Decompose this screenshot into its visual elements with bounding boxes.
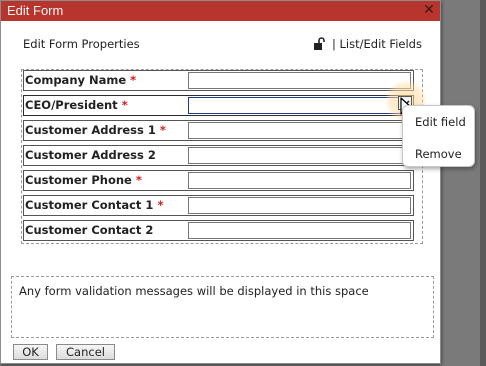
field-context-menu: Edit field Remove (402, 105, 475, 167)
edit-field-menu-item[interactable]: Edit field (415, 115, 466, 129)
list-edit-fields-link[interactable]: | List/Edit Fields (332, 37, 422, 51)
field-label: Customer Phone * (25, 173, 142, 187)
field-row-company-name[interactable]: Company Name * (23, 70, 414, 91)
remove-menu-item[interactable]: Remove (415, 147, 462, 161)
page-backdrop (440, 0, 486, 366)
required-marker: * (159, 123, 166, 137)
field-row-customer-address-2[interactable]: Customer Address 2 (23, 145, 414, 166)
form-properties-label[interactable]: Edit Form Properties (23, 37, 140, 51)
ok-button[interactable]: OK (13, 344, 48, 360)
field-row-customer-contact-2[interactable]: Customer Contact 2 (23, 220, 414, 241)
cancel-button[interactable]: Cancel (56, 344, 115, 360)
validation-message-area: Any form validation messages will be dis… (11, 276, 434, 338)
customer-phone-input[interactable] (188, 172, 411, 189)
unlocked-padlock-icon (314, 37, 325, 50)
field-label: CEO/President * (25, 98, 128, 112)
required-marker: * (130, 73, 137, 87)
customer-contact-1-input[interactable] (188, 197, 411, 214)
field-label: Customer Contact 1 * (25, 198, 164, 212)
required-marker: * (135, 173, 142, 187)
validation-message: Any form validation messages will be dis… (19, 284, 369, 298)
field-label: Customer Contact 2 (25, 223, 154, 237)
backdrop-edge (480, 0, 486, 366)
required-marker: * (157, 198, 164, 212)
customer-address-1-input[interactable] (188, 122, 411, 139)
field-row-ceo-president[interactable]: CEO/President * (23, 95, 414, 116)
company-name-input[interactable] (188, 72, 411, 89)
close-icon[interactable]: ✕ (422, 2, 436, 18)
field-label: Customer Address 2 (25, 148, 156, 162)
field-row-customer-phone[interactable]: Customer Phone * (23, 170, 414, 191)
field-row-customer-address-1[interactable]: Customer Address 1 * (23, 120, 414, 141)
dialog-title: Edit Form (7, 3, 64, 18)
customer-address-2-input[interactable] (188, 147, 411, 164)
dialog-titlebar[interactable]: Edit Form ✕ (1, 1, 440, 21)
edit-form-dialog: Edit Form ✕ Edit Form Properties | List/… (0, 0, 441, 364)
ceo-president-input[interactable] (188, 97, 411, 114)
customer-contact-2-input[interactable] (188, 222, 411, 239)
field-label: Customer Address 1 * (25, 123, 166, 137)
field-row-customer-contact-1[interactable]: Customer Contact 1 * (23, 195, 414, 216)
required-marker: * (121, 98, 128, 112)
field-label: Company Name * (25, 73, 137, 87)
